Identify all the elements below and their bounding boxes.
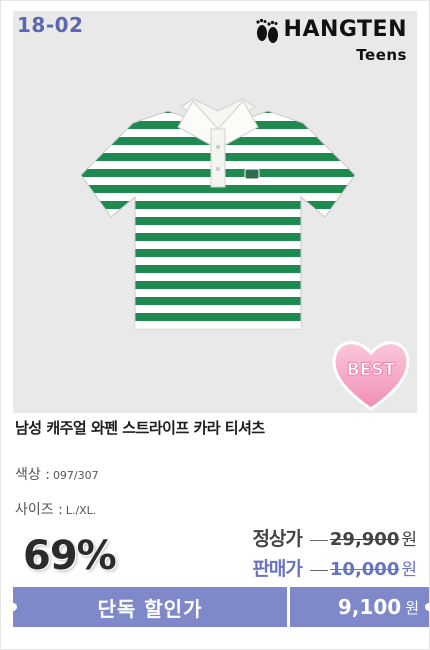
regular-price-label: 정상가	[252, 528, 302, 550]
brand-logo: HANGTEN Teens	[254, 17, 407, 64]
footprints-icon	[255, 18, 278, 43]
heart-badge-icon: BEST	[332, 341, 410, 411]
product-image[interactable]: 18-02 HANGTEN Teens BEST	[13, 11, 417, 413]
regular-price-value: 29,900	[309, 529, 399, 550]
color-label: 색상 :	[15, 467, 50, 483]
sale-price-currency: 원	[401, 560, 417, 580]
brand-name: HANGTEN	[283, 17, 407, 42]
exclusive-price-box[interactable]: 9,100 원	[290, 587, 430, 627]
regular-price-line: 정상가 29,900 원	[252, 524, 417, 551]
sale-price-label: 판매가	[252, 558, 302, 580]
discount-rate: 69%	[23, 533, 117, 579]
product-code: 18-02	[17, 13, 84, 37]
color-option: 색상 : 097/307	[15, 464, 99, 484]
product-card[interactable]: 18-02 HANGTEN Teens BEST 남성 캐주얼 와펜 스트라이프…	[0, 0, 430, 650]
product-title[interactable]: 남성 캐주얼 와펜 스트라이프 카라 티셔츠	[15, 417, 265, 438]
size-option: 사이즈 : L./XL.	[15, 499, 96, 519]
exclusive-price-currency: 원	[405, 598, 419, 617]
ticket-notch-right	[425, 603, 430, 611]
striped-polo-shirt-image	[80, 98, 356, 330]
size-label: 사이즈 :	[15, 502, 63, 518]
color-value: 097/307	[52, 469, 99, 482]
brand-subline: Teens	[356, 46, 407, 64]
exclusive-discount-label: 단독 할인가	[97, 596, 203, 621]
exclusive-price-bar[interactable]: 단독 할인가 9,100 원	[9, 587, 430, 627]
sale-price-value: 10,000	[309, 559, 399, 580]
exclusive-discount-label-box[interactable]: 단독 할인가	[9, 587, 287, 627]
best-badge-label: BEST	[347, 360, 396, 380]
sale-price-line: 판매가 10,000 원	[252, 554, 417, 581]
size-value: L./XL.	[65, 504, 97, 517]
ticket-notch-left	[9, 603, 17, 611]
regular-price-currency: 원	[401, 530, 417, 550]
exclusive-price-value: 9,100	[337, 595, 402, 619]
